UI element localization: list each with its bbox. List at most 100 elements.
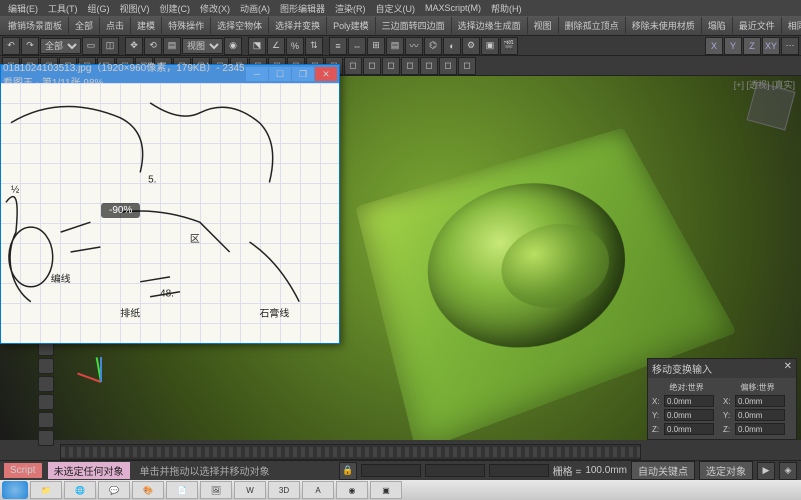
left-tool-button[interactable] [38, 358, 54, 374]
lock-icon[interactable]: 🔒 [339, 462, 357, 480]
taskbar-item[interactable]: 🌐 [64, 481, 96, 499]
select-button[interactable]: ▭ [82, 37, 100, 55]
ribbon-tab[interactable]: 选择空物体 [211, 17, 269, 34]
ribbon-tab[interactable]: 点击 [100, 17, 131, 34]
menu-animation[interactable]: 动画(A) [236, 2, 274, 15]
left-tool-button[interactable] [38, 376, 54, 392]
select-region-button[interactable]: ◫ [101, 37, 119, 55]
taskbar-item[interactable]: W [234, 481, 266, 499]
image-content[interactable]: ½ 编线 排纸 48. 5. 区 石膏线 -90% [1, 83, 339, 343]
rotate-button[interactable]: ⟲ [144, 37, 162, 55]
tool-button[interactable]: ◻ [344, 57, 362, 75]
menu-graph[interactable]: 图形编辑器 [276, 2, 329, 15]
restore-button[interactable]: ❐ [292, 67, 314, 81]
render-setup-button[interactable]: ⚙ [462, 37, 480, 55]
menu-modify[interactable]: 修改(X) [196, 2, 234, 15]
ribbon-tab[interactable]: 移除未使用材质 [626, 17, 702, 34]
abs-y-input[interactable] [664, 409, 714, 421]
render-button[interactable]: 🎬 [500, 37, 518, 55]
menu-help[interactable]: 帮助(H) [487, 2, 526, 15]
menu-tools[interactable]: 工具(T) [44, 2, 82, 15]
axis-y-button[interactable]: Y [724, 37, 742, 55]
left-tool-button[interactable] [38, 412, 54, 428]
ribbon-tab[interactable]: 选择边缘生成面 [452, 17, 528, 34]
spinner-snap-button[interactable]: ⇅ [305, 37, 323, 55]
taskbar-item[interactable]: 🎨 [132, 481, 164, 499]
abs-x-input[interactable] [664, 395, 714, 407]
coord-y-input[interactable] [425, 464, 485, 477]
taskbar-item[interactable]: 📄 [166, 481, 198, 499]
named-sel-button[interactable]: ≡ [329, 37, 347, 55]
ribbon-tab[interactable]: 撤销场景面板 [2, 17, 69, 34]
tool-button[interactable]: ◻ [363, 57, 381, 75]
play-button[interactable]: ▶ [757, 462, 775, 480]
curve-editor-button[interactable]: 〰 [405, 37, 423, 55]
angle-snap-button[interactable]: ∠ [267, 37, 285, 55]
schematic-button[interactable]: ⌬ [424, 37, 442, 55]
selection-filter[interactable]: 全部 [40, 38, 81, 54]
key-button[interactable]: ◈ [779, 462, 797, 480]
coord-x-input[interactable] [361, 464, 421, 477]
extra-button[interactable]: ⋯ [781, 37, 799, 55]
layers-button[interactable]: ▤ [386, 37, 404, 55]
minimize-button[interactable]: ─ [246, 67, 268, 81]
ref-coord-dropdown[interactable]: 视图 [182, 38, 223, 54]
tool-button[interactable]: ◻ [420, 57, 438, 75]
transform-panel-close-icon[interactable]: ✕ [784, 361, 792, 376]
ribbon-tab[interactable]: 视图 [528, 17, 559, 34]
tool-button[interactable]: ◻ [439, 57, 457, 75]
axis-xy-button[interactable]: XY [762, 37, 780, 55]
undo-button[interactable]: ↶ [2, 37, 20, 55]
autokey-button[interactable]: 自动关键点 [631, 461, 695, 480]
percent-snap-button[interactable]: % [286, 37, 304, 55]
menu-render[interactable]: 渲染(R) [331, 2, 370, 15]
coord-z-input[interactable] [489, 464, 549, 477]
ribbon-tab[interactable]: 最近文件 [733, 17, 782, 34]
ribbon-tab[interactable]: 相同材质 [782, 17, 801, 34]
tool-button[interactable]: ◻ [401, 57, 419, 75]
off-z-input[interactable] [735, 423, 785, 435]
ribbon-tab[interactable]: 删除孤立顶点 [559, 17, 626, 34]
menu-group[interactable]: 组(G) [84, 2, 114, 15]
pivot-button[interactable]: ◉ [224, 37, 242, 55]
menu-view[interactable]: 视图(V) [116, 2, 154, 15]
timeline[interactable] [60, 444, 641, 460]
render-frame-button[interactable]: ▣ [481, 37, 499, 55]
menu-create[interactable]: 创建(C) [156, 2, 195, 15]
tool-button[interactable]: ◻ [458, 57, 476, 75]
axis-x-button[interactable]: X [705, 37, 723, 55]
left-tool-button[interactable] [38, 430, 54, 446]
taskbar-item[interactable]: 💬 [98, 481, 130, 499]
material-editor-button[interactable]: ◐ [443, 37, 461, 55]
abs-z-input[interactable] [664, 423, 714, 435]
align-button[interactable]: ⊞ [367, 37, 385, 55]
off-y-input[interactable] [735, 409, 785, 421]
menu-edit[interactable]: 编辑(E) [4, 2, 42, 15]
maximize-button[interactable]: ☐ [269, 67, 291, 81]
ribbon-tab[interactable]: 选择并变换 [269, 17, 327, 34]
redo-button[interactable]: ↷ [21, 37, 39, 55]
mirror-button[interactable]: ⇔ [348, 37, 366, 55]
off-x-input[interactable] [735, 395, 785, 407]
image-viewer-window[interactable]: 0181024103513.jpg（1920×960像素，179KB）- 234… [0, 64, 340, 344]
tool-button[interactable]: ◻ [382, 57, 400, 75]
maxscript-button[interactable]: Script [4, 463, 42, 478]
taskbar-item[interactable]: A [302, 481, 334, 499]
start-button[interactable] [2, 481, 28, 499]
left-tool-button[interactable] [38, 394, 54, 410]
menu-maxscript[interactable]: MAXScript(M) [421, 3, 485, 13]
ribbon-tab[interactable]: 塌陷 [702, 17, 733, 34]
taskbar-item[interactable]: ▣ [370, 481, 402, 499]
image-viewer-titlebar[interactable]: 0181024103513.jpg（1920×960像素，179KB）- 234… [1, 65, 339, 83]
snap-button[interactable]: ⬔ [248, 37, 266, 55]
taskbar-item[interactable]: 3D [268, 481, 300, 499]
taskbar-item[interactable]: ◉ [336, 481, 368, 499]
ribbon-tab[interactable]: 建模 [131, 17, 162, 34]
ribbon-tab[interactable]: 三边面转四边面 [376, 17, 452, 34]
taskbar-item[interactable]: 📁 [30, 481, 62, 499]
scale-button[interactable]: ▤ [163, 37, 181, 55]
menu-customize[interactable]: 自定义(U) [372, 2, 420, 15]
ribbon-tab[interactable]: 全部 [69, 17, 100, 34]
taskbar-item[interactable]: 🖼 [200, 481, 232, 499]
timeline-track[interactable] [61, 447, 640, 457]
